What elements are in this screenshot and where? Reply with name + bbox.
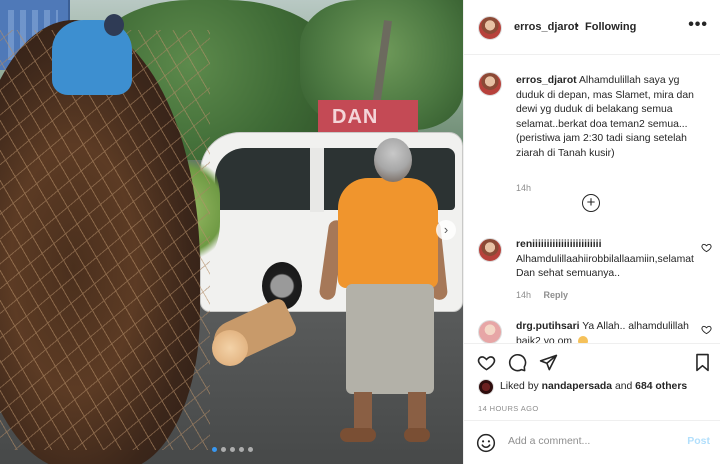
avatar[interactable] (478, 16, 502, 40)
avatar[interactable] (478, 320, 502, 343)
photo-man-head (374, 138, 412, 182)
plus-icon: + (586, 194, 596, 211)
smiley-emoji-icon[interactable] (476, 433, 496, 453)
header-username[interactable]: erros_djarot (514, 21, 578, 33)
avatar[interactable] (478, 238, 502, 262)
likes-text: Liked by nandapersada and 684 others (500, 381, 687, 392)
liked-by-others[interactable]: 684 others (635, 381, 687, 392)
chevron-right-icon: › (443, 222, 449, 237)
avatar[interactable] (478, 72, 502, 96)
carousel-next-button[interactable]: › (436, 220, 456, 240)
post-photo[interactable]: DAN › (0, 0, 463, 464)
caption-text: erros_djarot Alhamdulillah saya yg duduk… (516, 74, 698, 161)
carousel-dot (230, 447, 235, 452)
comment-body: Alhamdulillaahiirobbilallaamiin,selamat … (516, 253, 694, 280)
photo-man-pants (346, 284, 434, 394)
caption-username[interactable]: erros_djarot (516, 75, 577, 86)
reply-button[interactable]: Reply (544, 290, 569, 300)
carousel-dot (221, 447, 226, 452)
comment-text: drg.putihsari Ya Allah.. alhamdulillah b… (516, 320, 692, 343)
post-timestamp[interactable]: 14 HOURS AGO (478, 404, 539, 413)
photo-van-pillar (310, 148, 324, 212)
like-comment-heart-icon[interactable] (701, 242, 712, 253)
post-side-panel: erros_djarot • Following ••• erros_djaro… (463, 0, 720, 464)
post-actions (464, 343, 720, 379)
load-more-comments-button[interactable]: + (582, 194, 600, 212)
carousel-dot-active (212, 447, 217, 452)
add-comment-input[interactable]: Add a comment... (508, 435, 590, 447)
bookmark-icon[interactable] (694, 353, 711, 372)
comment-meta: 14h Reply (516, 290, 568, 300)
photo-man-shirt (338, 178, 438, 288)
more-options-icon[interactable]: ••• (688, 16, 708, 34)
post-header: erros_djarot • Following ••• (464, 0, 720, 55)
like-heart-icon[interactable] (477, 353, 496, 372)
photo-worker-head (104, 14, 124, 36)
liked-by-and: and (614, 381, 633, 392)
liked-by-prefix: Liked by (500, 381, 539, 392)
caption-body: Alhamdulillah saya yg duduk di depan, ma… (516, 75, 694, 159)
comment-username[interactable]: reniiiiiiiiiiiiiiiiiiiiiiii (516, 239, 601, 250)
caption-timestamp[interactable]: 14h (516, 183, 531, 193)
comment-text: reniiiiiiiiiiiiiiiiiiiiiiii Alhamdulilla… (516, 238, 694, 282)
like-comment-heart-icon[interactable] (701, 324, 712, 335)
add-comment-bar: Add a comment... Post (464, 420, 720, 464)
comment-bubble-icon[interactable] (508, 353, 527, 372)
photo-shop-sign: DAN (318, 100, 418, 134)
header-separator: • (575, 20, 579, 32)
comment-timestamp[interactable]: 14h (516, 290, 531, 300)
emoji-icon (578, 335, 589, 343)
comment-username[interactable]: drg.putihsari (516, 321, 580, 332)
photo-man-sandal (340, 428, 376, 442)
comments-list[interactable]: erros_djarot Alhamdulillah saya yg duduk… (464, 56, 720, 343)
liked-by-user[interactable]: nandapersada (542, 381, 612, 392)
photo-log-end (212, 330, 248, 366)
photo-man-sandal (404, 428, 430, 442)
carousel-dots (212, 447, 253, 452)
avatar[interactable] (478, 379, 494, 395)
post-comment-button[interactable]: Post (687, 435, 710, 447)
carousel-dot (239, 447, 244, 452)
carousel-dot (248, 447, 253, 452)
following-button[interactable]: Following (585, 21, 636, 33)
share-paper-plane-icon[interactable] (539, 353, 558, 372)
